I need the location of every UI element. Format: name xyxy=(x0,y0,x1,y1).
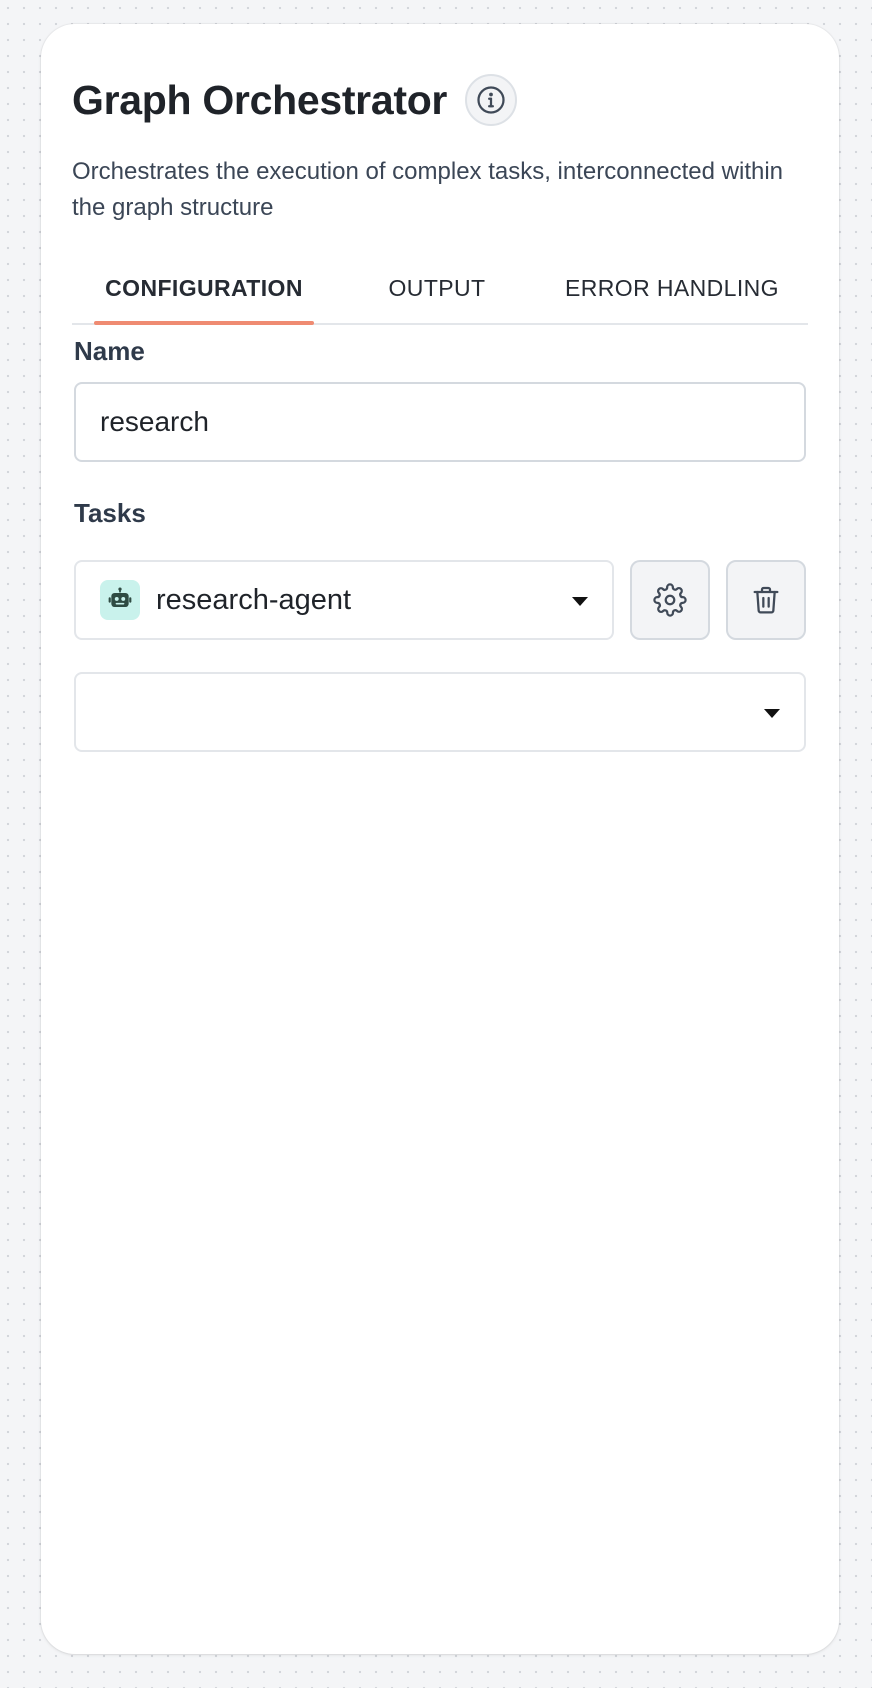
node-description: Orchestrates the execution of complex ta… xyxy=(72,158,784,221)
robot-icon xyxy=(100,580,140,620)
chevron-down-icon xyxy=(764,709,780,718)
info-circle-icon xyxy=(477,86,505,114)
trash-icon xyxy=(753,586,779,614)
tab-bar: CONFIGURATION OUTPUT ERROR HANDLING xyxy=(72,254,808,325)
task-select-value: research-agent xyxy=(156,583,352,616)
name-input[interactable]: research xyxy=(74,382,806,462)
name-input-value: research xyxy=(100,406,209,437)
new-task-select[interactable] xyxy=(74,672,806,752)
tab-error-handling[interactable]: ERROR HANDLING xyxy=(552,254,792,323)
task-settings-button[interactable] xyxy=(630,560,710,640)
node-config-panel: Graph Orchestrator Orchestrates the exec… xyxy=(41,24,839,1654)
task-select[interactable]: research-agent xyxy=(74,560,614,640)
name-label: Name xyxy=(74,336,145,366)
tasks-label: Tasks xyxy=(74,498,146,528)
tab-configuration[interactable]: CONFIGURATION xyxy=(94,254,314,325)
task-delete-button[interactable] xyxy=(726,560,806,640)
gear-icon xyxy=(653,583,687,617)
tab-output[interactable]: OUTPUT xyxy=(372,254,502,323)
panel-header: Graph Orchestrator xyxy=(72,74,518,126)
chevron-down-icon xyxy=(572,597,588,606)
info-button[interactable] xyxy=(465,74,518,126)
page-title: Graph Orchestrator xyxy=(72,76,448,123)
